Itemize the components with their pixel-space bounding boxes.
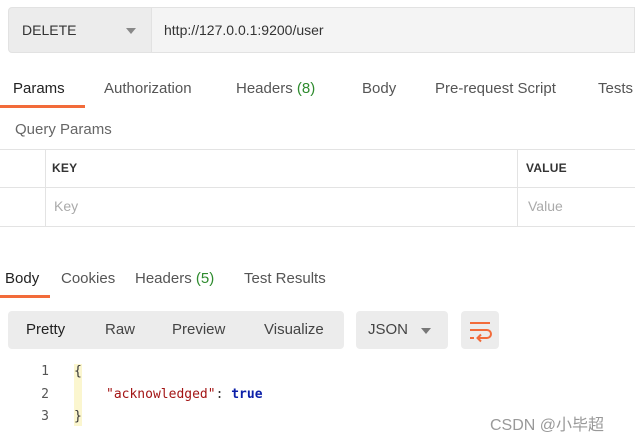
chevron-down-icon [421, 328, 431, 334]
view-mode-group: Pretty Raw Preview Visualize [8, 311, 344, 349]
table-divider [0, 187, 635, 188]
wrap-lines-button[interactable] [461, 311, 499, 349]
key-input[interactable]: Key [54, 198, 78, 214]
wrap-lines-icon [470, 322, 492, 343]
visualize-button[interactable]: Visualize [264, 321, 324, 338]
value-input[interactable]: Value [528, 198, 563, 214]
table-divider [45, 149, 46, 227]
table-divider [517, 149, 518, 227]
response-headers-count-badge: (5) [195, 270, 215, 287]
json-key: "acknowledged" [106, 387, 216, 402]
line-number: 1 [41, 364, 49, 379]
column-header-key: KEY [52, 161, 78, 175]
pretty-button[interactable]: Pretty [26, 321, 65, 338]
response-tab-cookies[interactable]: Cookies [61, 270, 115, 287]
line-number: 2 [41, 387, 49, 402]
chevron-down-icon [126, 28, 136, 34]
method-select[interactable]: DELETE [8, 7, 152, 53]
format-select[interactable]: JSON [356, 311, 448, 349]
column-header-value: VALUE [526, 161, 567, 175]
active-tab-indicator [0, 105, 85, 108]
response-tab-headers[interactable]: Headers (5) [135, 270, 214, 287]
tab-prerequest-script[interactable]: Pre-request Script [435, 80, 556, 97]
format-label: JSON [368, 321, 409, 338]
headers-count-badge: (8) [296, 80, 316, 97]
tab-headers-label: Headers [236, 80, 293, 97]
code-open-brace: { [74, 364, 82, 379]
raw-button[interactable]: Raw [105, 321, 135, 338]
method-label: DELETE [22, 22, 77, 38]
table-divider [0, 226, 635, 227]
url-input[interactable]: http://127.0.0.1:9200/user [152, 7, 635, 53]
active-response-tab-indicator [0, 295, 50, 298]
preview-button[interactable]: Preview [172, 321, 225, 338]
url-text: http://127.0.0.1:9200/user [164, 22, 324, 38]
json-colon: : [215, 387, 232, 402]
tab-tests[interactable]: Tests [598, 80, 633, 97]
response-tab-body[interactable]: Body [5, 270, 39, 287]
tab-params[interactable]: Params [13, 80, 65, 97]
code-line-2: "acknowledged": true [106, 387, 263, 402]
code-close-brace: } [74, 409, 82, 424]
tab-headers[interactable]: Headers (8) [236, 80, 315, 97]
tab-authorization[interactable]: Authorization [104, 80, 192, 97]
line-number: 3 [41, 409, 49, 424]
json-value: true [231, 387, 263, 402]
query-params-table: KEY VALUE Key Value [0, 149, 635, 227]
tab-body[interactable]: Body [362, 80, 396, 97]
response-tab-test-results[interactable]: Test Results [244, 270, 326, 287]
table-divider [0, 149, 635, 150]
query-params-title: Query Params [15, 121, 112, 138]
watermark: CSDN @小毕超 [490, 417, 605, 434]
response-tab-headers-label: Headers [135, 270, 192, 287]
